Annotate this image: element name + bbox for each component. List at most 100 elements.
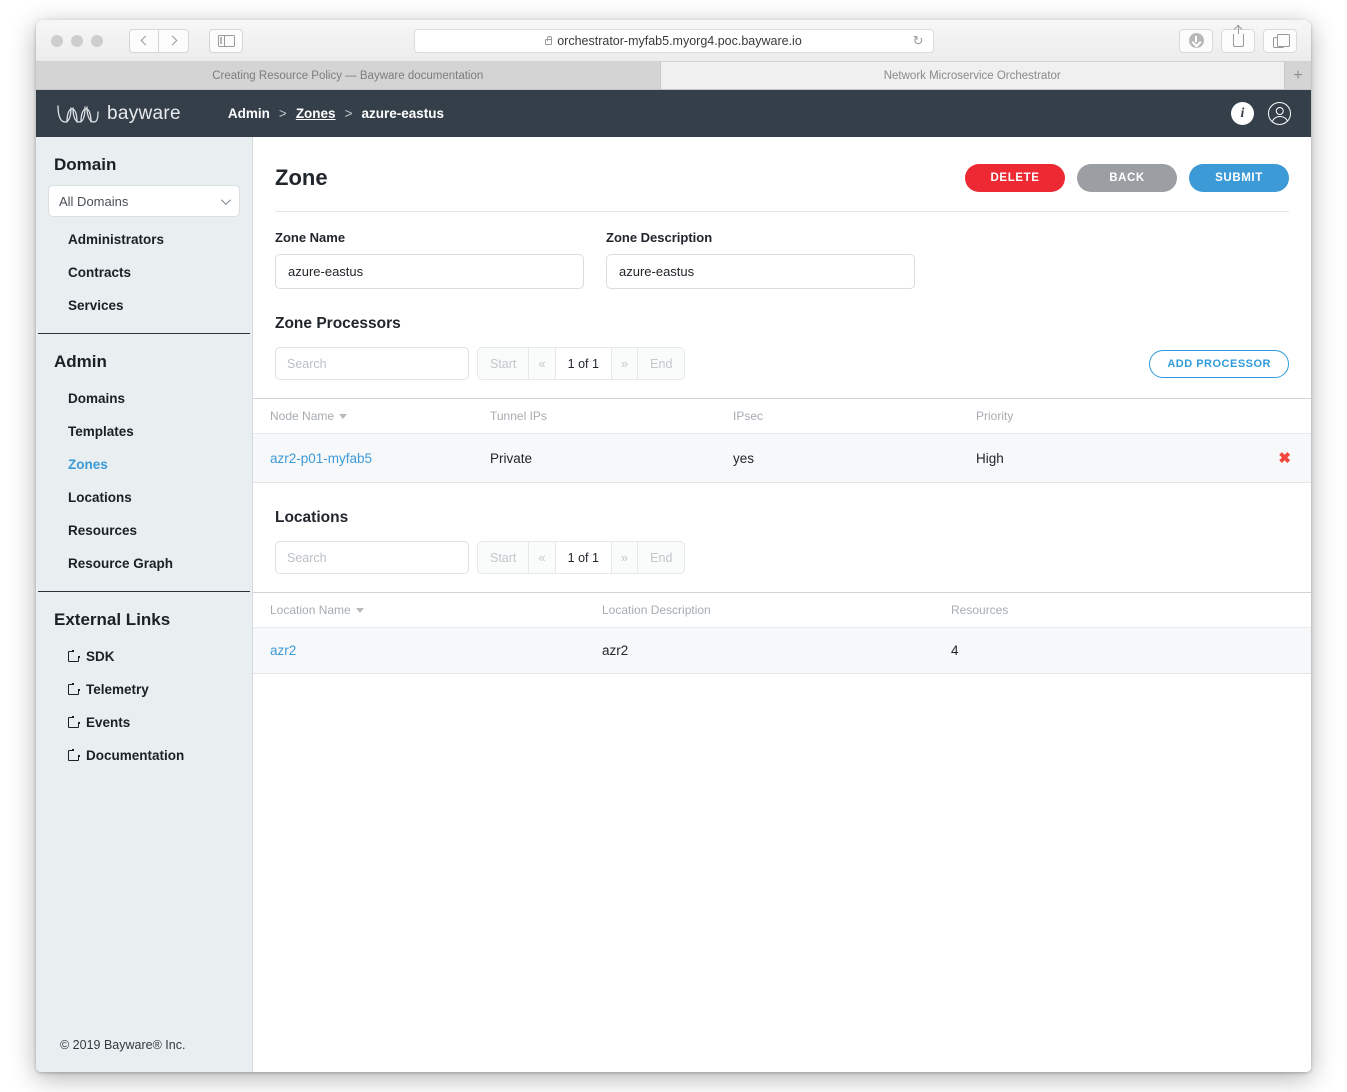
zone-name-label: Zone Name bbox=[275, 230, 346, 245]
tab-overview-button[interactable] bbox=[1263, 28, 1297, 53]
page-action-buttons: DELETE BACK SUBMIT bbox=[965, 164, 1289, 192]
forward-button[interactable] bbox=[159, 28, 189, 53]
cell-priority: High bbox=[976, 433, 1226, 483]
table-row[interactable]: azr2 azr2 4 bbox=[253, 627, 1311, 674]
address-bar[interactable]: orchestrator-myfab5.myorg4.poc.bayware.i… bbox=[413, 28, 934, 53]
sidebar-item-templates[interactable]: Templates bbox=[36, 415, 252, 448]
zone-description-label: Zone Description bbox=[606, 230, 713, 245]
remove-processor-icon[interactable]: ✖ bbox=[1226, 433, 1311, 483]
column-header-tunnel-ips[interactable]: Tunnel IPs bbox=[490, 399, 733, 434]
external-link-icon bbox=[68, 714, 81, 728]
cell-location-description: azr2 bbox=[602, 627, 951, 674]
zone-processors-table-wrapper: Node Name Tunnel IPs IPsec Priority azr2… bbox=[253, 398, 1311, 483]
sidebar-icon bbox=[217, 34, 235, 47]
submit-button[interactable]: SUBMIT bbox=[1189, 164, 1289, 192]
share-icon bbox=[1232, 25, 1244, 47]
sidebar-item-documentation-label: Documentation bbox=[86, 748, 185, 763]
table-header-row: Node Name Tunnel IPs IPsec Priority bbox=[253, 399, 1311, 434]
cell-location-name[interactable]: azr2 bbox=[253, 627, 602, 674]
zone-processors-pagination: Start « 1 of 1 » End bbox=[477, 347, 686, 380]
user-account-icon[interactable] bbox=[1268, 102, 1291, 125]
domain-select-value: All Domains bbox=[59, 193, 129, 209]
add-processor-button[interactable]: ADD PROCESSOR bbox=[1149, 349, 1289, 378]
sort-descending-icon bbox=[339, 414, 348, 419]
sidebar-item-resources[interactable]: Resources bbox=[36, 514, 252, 547]
sidebar-item-sdk[interactable]: SDK bbox=[36, 640, 252, 673]
column-header-node-name[interactable]: Node Name bbox=[253, 399, 490, 434]
pagination-prev-button[interactable]: « bbox=[529, 541, 556, 574]
breadcrumb-separator-2: > bbox=[344, 106, 353, 121]
minimize-window-button[interactable] bbox=[71, 34, 83, 47]
header-actions: i bbox=[1231, 102, 1291, 125]
breadcrumb-item-zones[interactable]: Zones bbox=[296, 106, 336, 121]
zone-description-input[interactable] bbox=[606, 254, 915, 289]
sidebar-item-telemetry[interactable]: Telemetry bbox=[36, 673, 252, 706]
breadcrumb-item-admin[interactable]: Admin bbox=[228, 106, 270, 121]
zone-name-input[interactable] bbox=[275, 254, 584, 289]
new-tab-button[interactable]: + bbox=[1285, 62, 1311, 89]
breadcrumb-separator-1: > bbox=[278, 106, 287, 121]
pagination-current-page: 1 of 1 bbox=[555, 541, 612, 574]
maximize-window-button[interactable] bbox=[91, 34, 103, 47]
column-header-priority[interactable]: Priority bbox=[976, 399, 1226, 434]
browser-toolbar: orchestrator-myfab5.myorg4.poc.bayware.i… bbox=[36, 20, 1311, 62]
close-window-button[interactable] bbox=[51, 34, 63, 47]
show-sidebar-button[interactable] bbox=[209, 28, 243, 53]
column-header-location-name[interactable]: Location Name bbox=[253, 593, 602, 628]
browser-tab-documentation[interactable]: Creating Resource Policy — Bayware docum… bbox=[36, 62, 661, 89]
pagination-end-button[interactable]: End bbox=[638, 541, 686, 574]
sidebar-item-domains[interactable]: Domains bbox=[36, 382, 252, 415]
column-header-ipsec[interactable]: IPsec bbox=[733, 399, 976, 434]
sidebar-item-administrators[interactable]: Administrators bbox=[36, 223, 252, 256]
locations-table-body: azr2 azr2 4 bbox=[253, 627, 1311, 674]
sidebar: Domain All Domains Administrators Contra… bbox=[36, 137, 253, 1072]
info-icon[interactable]: i bbox=[1231, 102, 1254, 125]
pagination-next-button[interactable]: » bbox=[611, 347, 639, 380]
cell-node-name[interactable]: azr2-p01-myfab5 bbox=[253, 433, 490, 483]
sidebar-item-events[interactable]: Events bbox=[36, 706, 252, 739]
sidebar-item-locations[interactable]: Locations bbox=[36, 481, 252, 514]
column-header-location-description[interactable]: Location Description bbox=[602, 593, 951, 628]
browser-tab-orchestrator[interactable]: Network Microservice Orchestrator bbox=[660, 62, 1285, 89]
sidebar-heading-external-links: External Links bbox=[54, 610, 171, 629]
locations-table-wrapper: Location Name Location Description Resou… bbox=[253, 592, 1311, 674]
bayware-logo[interactable]: bayware bbox=[56, 103, 181, 125]
zone-processors-search-input[interactable] bbox=[275, 347, 469, 380]
browser-window: orchestrator-myfab5.myorg4.poc.bayware.i… bbox=[36, 20, 1311, 1072]
sidebar-item-sdk-label: SDK bbox=[86, 649, 115, 664]
zone-processors-toolbar: Start « 1 of 1 » End ADD PROCESSOR bbox=[253, 333, 1311, 380]
delete-button[interactable]: DELETE bbox=[965, 164, 1065, 192]
locations-pagination: Start « 1 of 1 » End bbox=[477, 541, 686, 574]
bayware-logo-text: bayware bbox=[107, 102, 181, 124]
zone-processors-table-head: Node Name Tunnel IPs IPsec Priority bbox=[253, 399, 1311, 434]
column-header-resources[interactable]: Resources bbox=[951, 593, 1300, 628]
pagination-start-button[interactable]: Start bbox=[477, 541, 530, 574]
pagination-next-button[interactable]: » bbox=[611, 541, 639, 574]
locations-search-input[interactable] bbox=[275, 541, 469, 574]
pagination-end-button[interactable]: End bbox=[638, 347, 686, 380]
sidebar-item-resource-graph[interactable]: Resource Graph bbox=[36, 547, 252, 580]
window-controls bbox=[51, 34, 103, 47]
breadcrumb: Admin > Zones > azure-eastus bbox=[228, 106, 444, 121]
locations-toolbar: Start « 1 of 1 » End bbox=[253, 527, 1311, 574]
sidebar-item-zones[interactable]: Zones bbox=[36, 448, 252, 481]
sidebar-item-documentation[interactable]: Documentation bbox=[36, 739, 252, 772]
cell-resources: 4 bbox=[951, 627, 1300, 674]
cell-ipsec: yes bbox=[733, 433, 976, 483]
pagination-prev-button[interactable]: « bbox=[529, 347, 556, 380]
reload-icon[interactable]: ↻ bbox=[913, 33, 924, 49]
downloads-button[interactable] bbox=[1179, 28, 1213, 53]
navigation-buttons bbox=[129, 28, 189, 53]
column-header-location-name-label: Location Name bbox=[270, 603, 351, 617]
back-button[interactable] bbox=[129, 28, 159, 53]
pagination-start-button[interactable]: Start bbox=[477, 347, 530, 380]
table-row[interactable]: azr2-p01-myfab5 Private yes High ✖ bbox=[253, 433, 1311, 483]
sidebar-item-contracts[interactable]: Contracts bbox=[36, 256, 252, 289]
domain-select[interactable]: All Domains bbox=[48, 185, 240, 217]
screenshot-root: orchestrator-myfab5.myorg4.poc.bayware.i… bbox=[0, 0, 1347, 1092]
share-button[interactable] bbox=[1221, 25, 1255, 53]
back-button[interactable]: BACK bbox=[1077, 164, 1177, 192]
column-header-actions bbox=[1226, 399, 1311, 434]
app-body: Domain All Domains Administrators Contra… bbox=[36, 137, 1311, 1072]
sidebar-item-services[interactable]: Services bbox=[36, 289, 252, 322]
